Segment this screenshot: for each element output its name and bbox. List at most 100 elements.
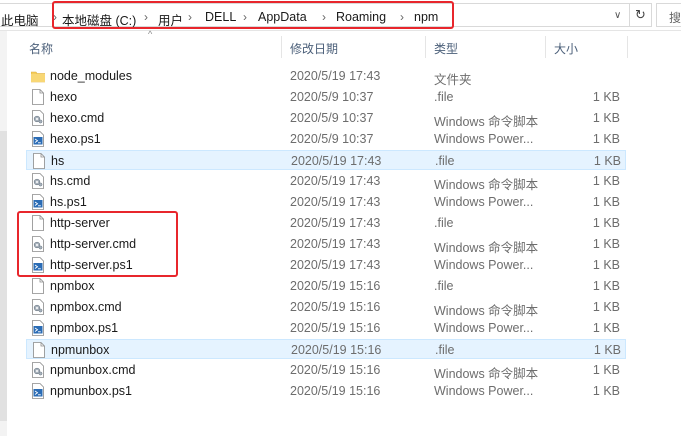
file-type: .file (435, 154, 455, 168)
file-size: 1 KB (592, 321, 620, 335)
powershell-script-icon (31, 131, 45, 147)
file-size: 1 KB (592, 90, 620, 104)
cmd-script-icon (31, 299, 45, 315)
file-modified-date: 2020/5/19 17:43 (290, 195, 381, 209)
file-size: 1 KB (592, 258, 620, 272)
file-name: npmunbox (51, 343, 110, 357)
file-type: Windows 命令脚本 (434, 115, 539, 129)
cmd-script-icon (31, 110, 45, 126)
column-header-type[interactable]: 类型 (434, 40, 458, 57)
file-type: .file (435, 343, 455, 357)
scrollbar-thumb[interactable] (0, 131, 7, 421)
file-row[interactable]: npmunbox.ps1 2020/5/19 15:16 Windows Power… (26, 381, 626, 401)
file-icon (31, 278, 45, 294)
column-divider[interactable] (425, 36, 426, 58)
file-icon (32, 153, 46, 169)
file-type: .file (434, 90, 454, 104)
file-row[interactable]: node_modules 2020/5/19 17:43 文件夹 (26, 66, 626, 87)
column-header-name[interactable]: 名称 (29, 40, 53, 57)
address-bar: 此电脑 › 本地磁盘 (C:) › 用户 › DELL › AppData › … (0, 0, 681, 31)
column-header-size[interactable]: 大小 (554, 40, 578, 57)
file-row[interactable]: hs.ps1 2020/5/19 17:43 Windows Power... 1 K… (26, 192, 626, 212)
file-name: npmunbox.cmd (50, 363, 136, 377)
column-divider[interactable] (281, 36, 282, 58)
file-type: Windows 命令脚本 (434, 241, 539, 255)
file-name: hs.cmd (50, 174, 91, 188)
refresh-icon[interactable]: ↻ (629, 4, 651, 26)
file-modified-date: 2020/5/19 15:16 (290, 384, 381, 398)
file-row[interactable]: hs.cmd 2020/5/19 17:43 Windows 命令脚本 1 KB (26, 171, 626, 192)
file-size: 1 KB (592, 237, 620, 251)
column-header-date[interactable]: 修改日期 (290, 40, 338, 57)
file-row[interactable]: npmbox 2020/5/19 15:16 .file 1 KB (26, 276, 626, 296)
file-modified-date: 2020/5/19 17:43 (290, 174, 381, 188)
file-row[interactable]: hexo.cmd 2020/5/9 10:37 Windows 命令脚本 1 KB (26, 108, 626, 129)
file-type: .file (434, 279, 454, 293)
file-name: hexo.cmd (50, 111, 105, 125)
file-row[interactable]: npmunbox 2020/5/19 15:16 .file 1 KB (26, 339, 626, 359)
file-type: .file (434, 216, 454, 230)
file-size: 1 KB (592, 174, 620, 188)
file-modified-date: 2020/5/9 10:37 (290, 111, 374, 125)
file-type: Windows Power... (434, 195, 534, 209)
file-modified-date: 2020/5/19 15:16 (290, 300, 381, 314)
file-size: 1 KB (592, 279, 620, 293)
folder-icon (30, 68, 46, 84)
column-divider[interactable] (627, 36, 628, 58)
file-modified-date: 2020/5/19 17:43 (290, 258, 381, 272)
file-size: 1 KB (592, 216, 620, 230)
file-modified-date: 2020/5/19 15:16 (290, 363, 381, 377)
breadcrumb-this-pc[interactable]: 此电脑 (1, 10, 39, 29)
file-type: Windows 命令脚本 (434, 178, 539, 192)
file-type: Windows 命令脚本 (434, 304, 539, 318)
file-size: 1 KB (592, 132, 620, 146)
file-name: npmbox.cmd (50, 300, 122, 314)
file-row[interactable]: hexo 2020/5/9 10:37 .file 1 KB (26, 87, 626, 107)
file-name: hs (51, 154, 65, 168)
file-icon (32, 342, 46, 358)
file-type: Windows Power... (434, 384, 534, 398)
file-size: 1 KB (592, 195, 620, 209)
search-placeholder: 搜 (669, 11, 681, 25)
file-name: npmunbox.ps1 (50, 384, 133, 398)
powershell-script-icon (31, 194, 45, 210)
file-modified-date: 2020/5/9 10:37 (290, 90, 374, 104)
file-row[interactable]: npmbox.ps1 2020/5/19 15:16 Windows Power..… (26, 318, 626, 338)
file-type: Windows Power... (434, 132, 534, 146)
file-size: 1 KB (592, 363, 620, 377)
file-size: 1 KB (593, 343, 621, 357)
file-size: 1 KB (592, 300, 620, 314)
file-modified-date: 2020/5/19 17:43 (290, 216, 381, 230)
file-modified-date: 2020/5/19 17:43 (290, 237, 381, 251)
file-modified-date: 2020/5/19 17:43 (291, 154, 382, 168)
navigation-pane-scrollbar[interactable] (0, 31, 7, 436)
file-icon (31, 89, 45, 105)
chevron-down-icon[interactable]: ∨ (614, 10, 626, 22)
file-name: npmbox.ps1 (50, 321, 119, 335)
file-size: 1 KB (592, 384, 620, 398)
file-row[interactable]: npmbox.cmd 2020/5/19 15:16 Windows 命令脚本 1 K… (26, 297, 626, 318)
file-modified-date: 2020/5/19 17:43 (290, 69, 381, 83)
file-modified-date: 2020/5/19 15:16 (291, 343, 382, 357)
cmd-script-icon (31, 173, 45, 189)
address-highlight-box (52, 1, 454, 29)
file-type: Windows Power... (434, 321, 534, 335)
column-divider[interactable] (545, 36, 546, 58)
cmd-script-icon (31, 362, 45, 378)
file-name: hs.ps1 (50, 195, 87, 209)
file-row[interactable]: hexo.ps1 2020/5/9 10:37 Windows Power... 1 … (26, 129, 626, 149)
file-modified-date: 2020/5/19 15:16 (290, 321, 381, 335)
file-name: hexo.ps1 (50, 132, 101, 146)
file-name: hexo (50, 90, 78, 104)
file-size: 1 KB (592, 111, 620, 125)
file-modified-date: 2020/5/9 10:37 (290, 132, 374, 146)
column-header-row: 名称 修改日期 类型 大小 (22, 36, 628, 58)
file-type: Windows Power... (434, 258, 534, 272)
file-type: 文件夹 (434, 73, 472, 87)
file-row[interactable]: npmunbox.cmd 2020/5/19 15:16 Windows 命令脚本 1… (26, 360, 626, 381)
search-input[interactable]: 搜 (656, 3, 681, 27)
file-size: 1 KB (593, 154, 621, 168)
file-name: node_modules (50, 69, 133, 83)
file-row[interactable]: hs 2020/5/19 17:43 .file 1 KB (26, 150, 626, 170)
file-modified-date: 2020/5/19 15:16 (290, 279, 381, 293)
